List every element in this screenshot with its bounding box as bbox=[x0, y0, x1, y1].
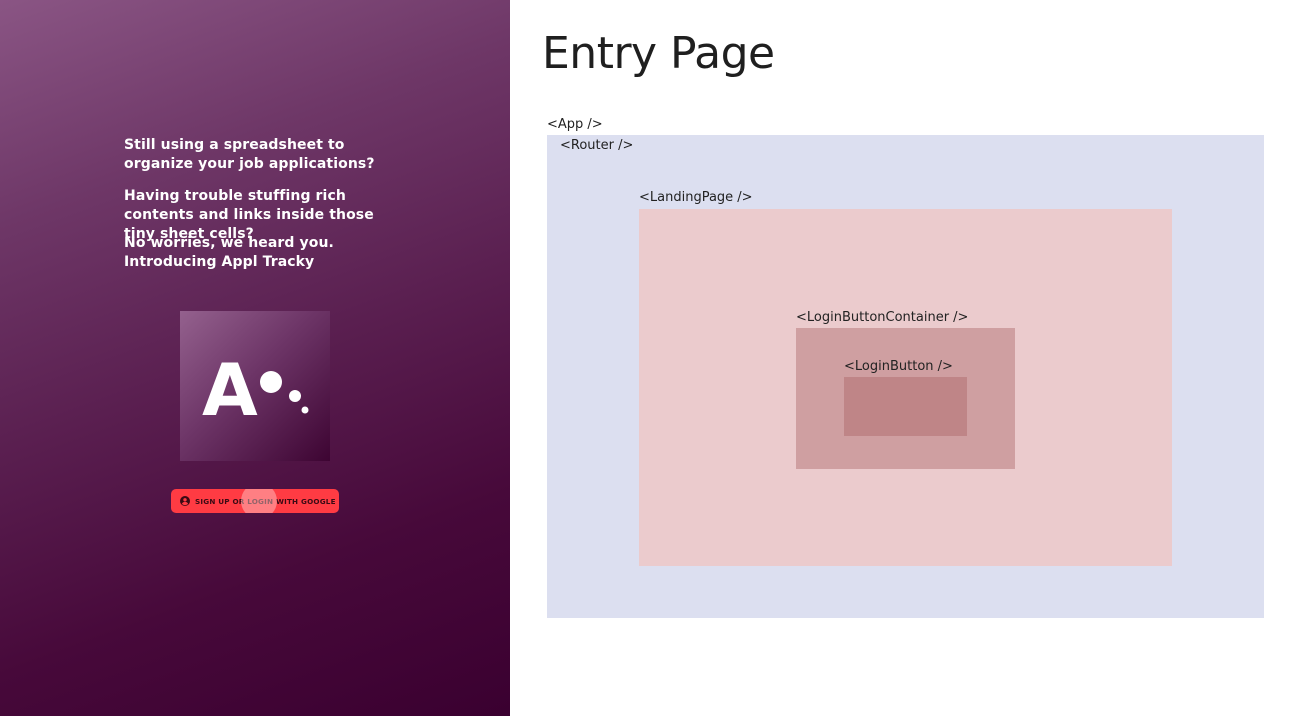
page-title: Entry Page bbox=[542, 28, 775, 79]
pitch-text-3: No worries, we heard you. Introducing Ap… bbox=[124, 235, 334, 270]
label-login-button-container: <LoginButtonContainer /> bbox=[796, 310, 969, 325]
landing-preview-panel: Still using a spreadsheet to organize yo… bbox=[0, 0, 510, 716]
account-circle-icon bbox=[180, 496, 190, 506]
logo-dot-medium bbox=[289, 390, 301, 402]
google-login-button[interactable]: SIGN UP OR LOGIN WITH GOOGLE bbox=[171, 489, 339, 513]
label-landing-page: <LandingPage /> bbox=[639, 190, 753, 205]
label-router: <Router /> bbox=[560, 138, 634, 153]
box-login-button bbox=[844, 377, 967, 436]
app-logo: A bbox=[180, 311, 330, 461]
logo-dot-large bbox=[260, 371, 282, 393]
click-ripple bbox=[241, 489, 277, 513]
logo-dot-small bbox=[301, 406, 309, 414]
label-login-button: <LoginButton /> bbox=[844, 359, 953, 374]
logo-mark-icon: A bbox=[202, 348, 309, 432]
label-app: <App /> bbox=[547, 117, 603, 132]
logo-letter: A bbox=[202, 348, 258, 432]
pitch-text-1: Still using a spreadsheet to organize yo… bbox=[124, 137, 375, 172]
